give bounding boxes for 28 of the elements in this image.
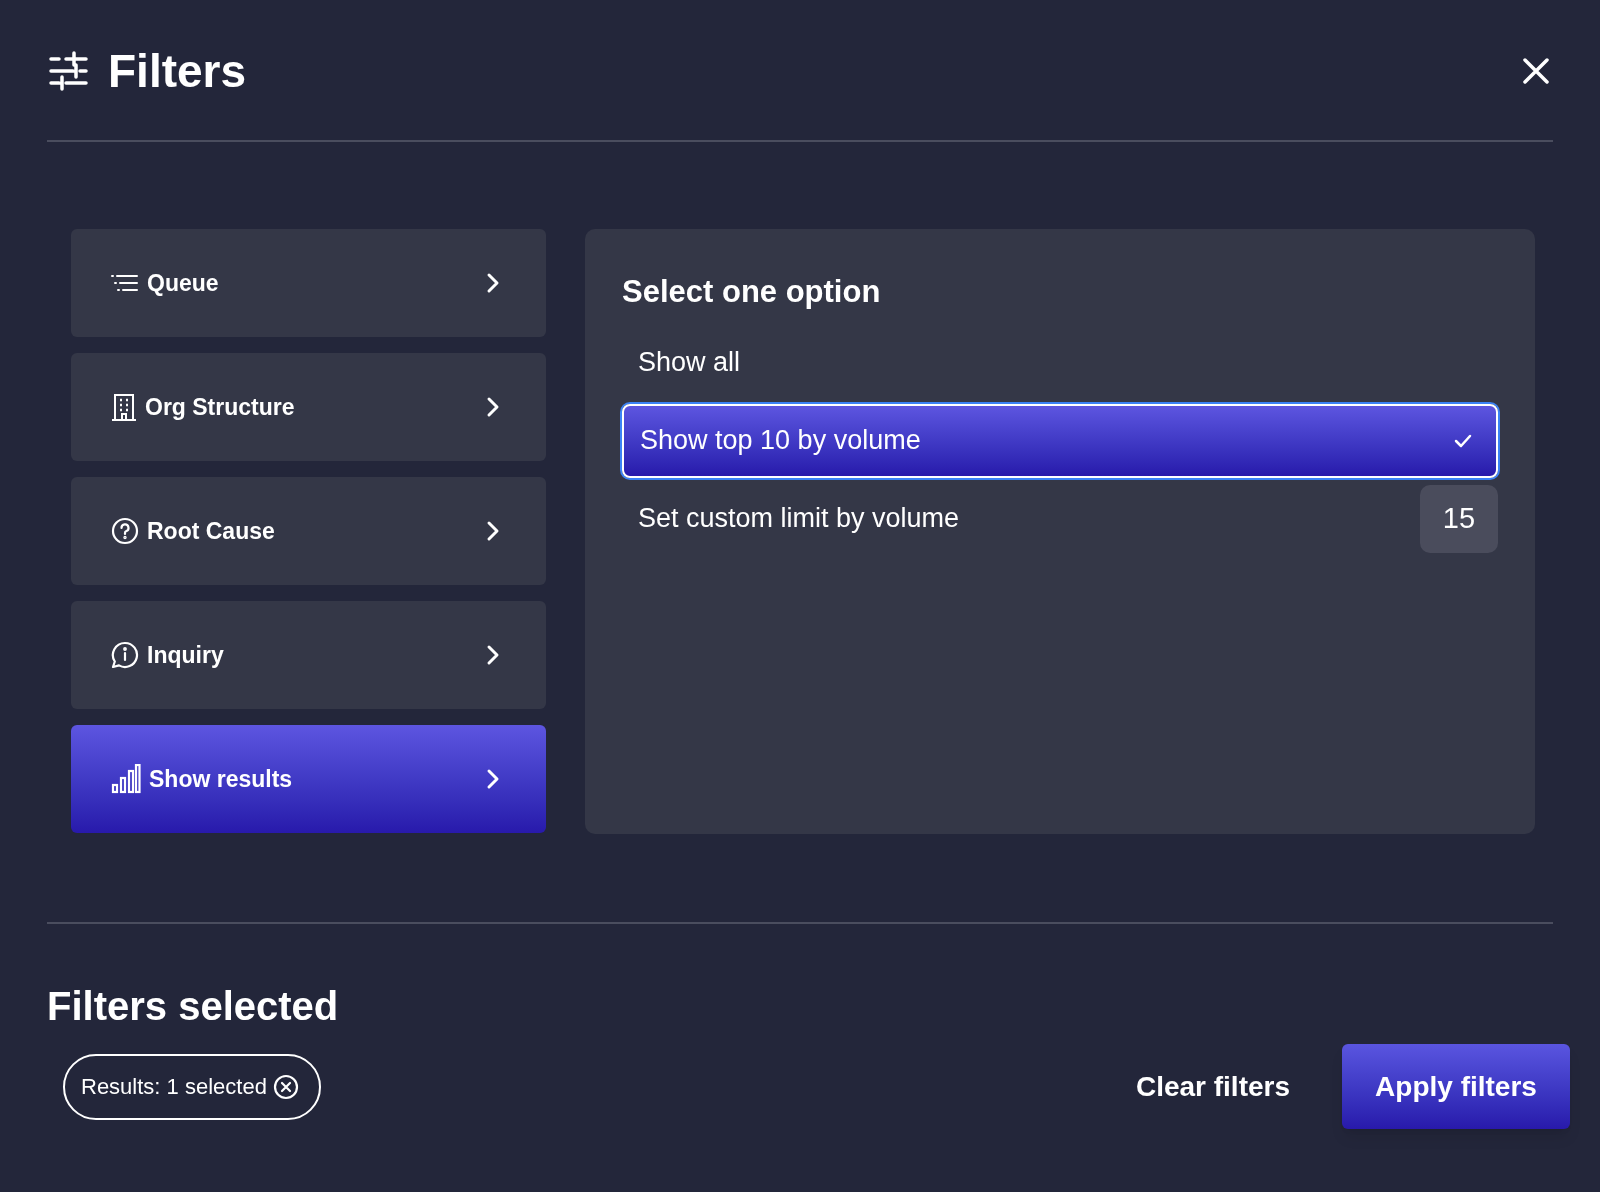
list-icon bbox=[111, 273, 139, 293]
question-circle-icon bbox=[111, 517, 139, 545]
filter-category[interactable]: Show results bbox=[71, 725, 546, 833]
building-icon bbox=[111, 393, 137, 421]
option-row[interactable]: Show top 10 by volume bbox=[622, 403, 1498, 478]
sliders-icon bbox=[48, 51, 90, 91]
filter-category[interactable]: Root Cause bbox=[71, 477, 546, 585]
section-heading: Filters selected bbox=[47, 986, 340, 1026]
option-row[interactable]: Set custom limit by volume 15 bbox=[622, 483, 1498, 554]
info-bubble-icon bbox=[111, 641, 139, 669]
filter-category[interactable]: Org Structure bbox=[71, 353, 546, 461]
chevron-right-icon bbox=[486, 644, 500, 666]
bar-chart-icon bbox=[111, 764, 141, 794]
checkmark-icon bbox=[1454, 433, 1472, 448]
chevron-right-icon bbox=[486, 768, 500, 790]
clear-filters-button[interactable]: Clear filters bbox=[1135, 1065, 1290, 1108]
filter-category[interactable]: Inquiry bbox=[71, 601, 546, 709]
chevron-right-icon bbox=[486, 520, 500, 542]
filter-category[interactable]: Queue bbox=[71, 229, 546, 337]
apply-filters-button[interactable]: Apply filters bbox=[1342, 1044, 1570, 1129]
dialog-title: Filters bbox=[108, 48, 247, 94]
chip-label: Results: 1 selected bbox=[81, 1073, 267, 1101]
option-row[interactable]: Show all bbox=[622, 327, 1498, 398]
chevron-right-icon bbox=[486, 272, 500, 294]
panel-heading: Select one option bbox=[622, 273, 882, 311]
chevron-right-icon bbox=[486, 396, 500, 418]
limit-input-field[interactable]: 15 bbox=[1420, 484, 1498, 553]
remove-chip-button[interactable] bbox=[272, 1073, 299, 1100]
